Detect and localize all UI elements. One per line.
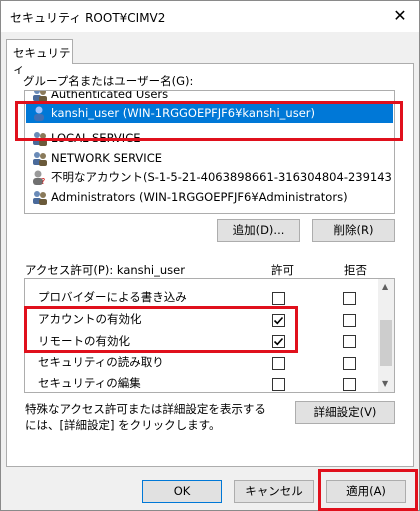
list-item-network-service[interactable]: NETWORK SERVICE: [26, 149, 393, 168]
svg-text:?: ?: [41, 177, 45, 185]
permissions-scrollbar[interactable]: ▲ ▼: [378, 279, 394, 392]
list-item-label: kanshi_user (WIN-1RGGOEPFJF6¥kanshi_user…: [51, 106, 315, 120]
close-button[interactable]: ✕: [387, 5, 413, 27]
permission-label: セキュリティの編集: [38, 376, 141, 390]
list-item-unknown-account[interactable]: ? 不明なアカウント(S-1-5-21-4063898661-316304804…: [26, 168, 393, 187]
permission-row: セキュリティの編集: [38, 373, 141, 392]
add-button[interactable]: 追加(D)...: [217, 219, 300, 242]
permission-row: セキュリティの読み取り: [38, 352, 164, 372]
list-item-administrators[interactable]: Administrators (WIN-1RGGOEPFJF6¥Administ…: [26, 188, 393, 207]
group-icon: [32, 91, 47, 102]
window-title: セキュリティ ROOT¥CIMV2: [10, 11, 166, 25]
list-item-label: Authenticated Users: [51, 90, 169, 101]
advanced-note-line2: には、[詳細設定] をクリックします。: [25, 418, 221, 432]
allow-column-header: 許可: [271, 263, 294, 277]
scroll-down-arrow-icon[interactable]: ▼: [382, 379, 388, 388]
advanced-button[interactable]: 詳細設定(V): [295, 401, 395, 424]
cancel-button[interactable]: キャンセル: [234, 480, 314, 503]
deny-checkbox[interactable]: [343, 378, 356, 391]
permission-label: リモートの有効化: [38, 334, 130, 348]
deny-checkbox[interactable]: [343, 335, 356, 348]
permission-row: リモートの有効化: [38, 331, 130, 351]
list-item-local-service[interactable]: LOCAL SERVICE: [26, 129, 393, 148]
allow-checkbox[interactable]: [272, 314, 285, 327]
tab-security[interactable]: セキュリティ: [6, 39, 73, 76]
user-icon: [32, 106, 46, 121]
apply-button[interactable]: 適用(A): [326, 480, 406, 503]
allow-checkbox[interactable]: [272, 335, 285, 348]
deny-checkbox[interactable]: [343, 292, 356, 305]
users-list[interactable]: Authenticated Users kanshi_user (WIN-1RG…: [24, 90, 395, 214]
list-item-kanshi-user[interactable]: kanshi_user (WIN-1RGGOEPFJF6¥kanshi_user…: [26, 104, 393, 123]
deny-checkbox[interactable]: [343, 357, 356, 370]
checkmark-icon: [273, 337, 284, 346]
ok-button[interactable]: OK: [142, 480, 222, 503]
permission-row: アカウントの有効化: [38, 309, 142, 329]
permission-label: プロバイダーによる書き込み: [38, 290, 187, 304]
title-bar: セキュリティ ROOT¥CIMV2 ✕: [1, 1, 419, 32]
allow-checkbox[interactable]: [272, 292, 285, 305]
security-dialog: セキュリティ ROOT¥CIMV2 ✕ セキュリティ グループ名またはユーザー名…: [0, 0, 420, 511]
group-icon: [32, 190, 47, 205]
scroll-thumb[interactable]: [380, 320, 392, 366]
list-item-authenticated-users[interactable]: Authenticated Users: [26, 90, 393, 104]
list-item-label: LOCAL SERVICE: [51, 131, 141, 145]
permissions-list: プロバイダーによる書き込み アカウントの有効化 リモートの有効化 セキュリティの…: [24, 278, 395, 393]
list-item-label: NETWORK SERVICE: [51, 151, 162, 165]
permissions-label: アクセス許可(P): kanshi_user: [25, 263, 185, 277]
clipped-permission-row: [38, 279, 138, 285]
users-list-label: グループ名またはユーザー名(G):: [23, 74, 194, 88]
deny-checkbox[interactable]: [343, 314, 356, 327]
checkmark-icon: [273, 316, 284, 325]
permission-label: セキュリティの読み取り: [38, 355, 164, 369]
deny-column-header: 拒否: [344, 263, 367, 277]
advanced-note: 特殊なアクセス許可または詳細設定を表示する には、[詳細設定] をクリックします…: [25, 401, 266, 433]
permission-row: プロバイダーによる書き込み: [38, 287, 187, 307]
group-icon: [32, 131, 47, 146]
scroll-up-arrow-icon[interactable]: ▲: [382, 282, 388, 291]
unknown-account-icon: ?: [32, 170, 46, 186]
allow-checkbox[interactable]: [272, 357, 285, 370]
list-item-label: 不明なアカウント(S-1-5-21-4063898661-316304804-2…: [51, 170, 393, 184]
advanced-note-line1: 特殊なアクセス許可または詳細設定を表示する: [25, 402, 266, 416]
group-icon: [32, 151, 47, 166]
list-item-label: Administrators (WIN-1RGGOEPFJF6¥Administ…: [51, 190, 348, 204]
allow-checkbox[interactable]: [272, 378, 285, 391]
remove-button[interactable]: 削除(R): [312, 219, 395, 242]
permission-label: アカウントの有効化: [38, 312, 142, 326]
